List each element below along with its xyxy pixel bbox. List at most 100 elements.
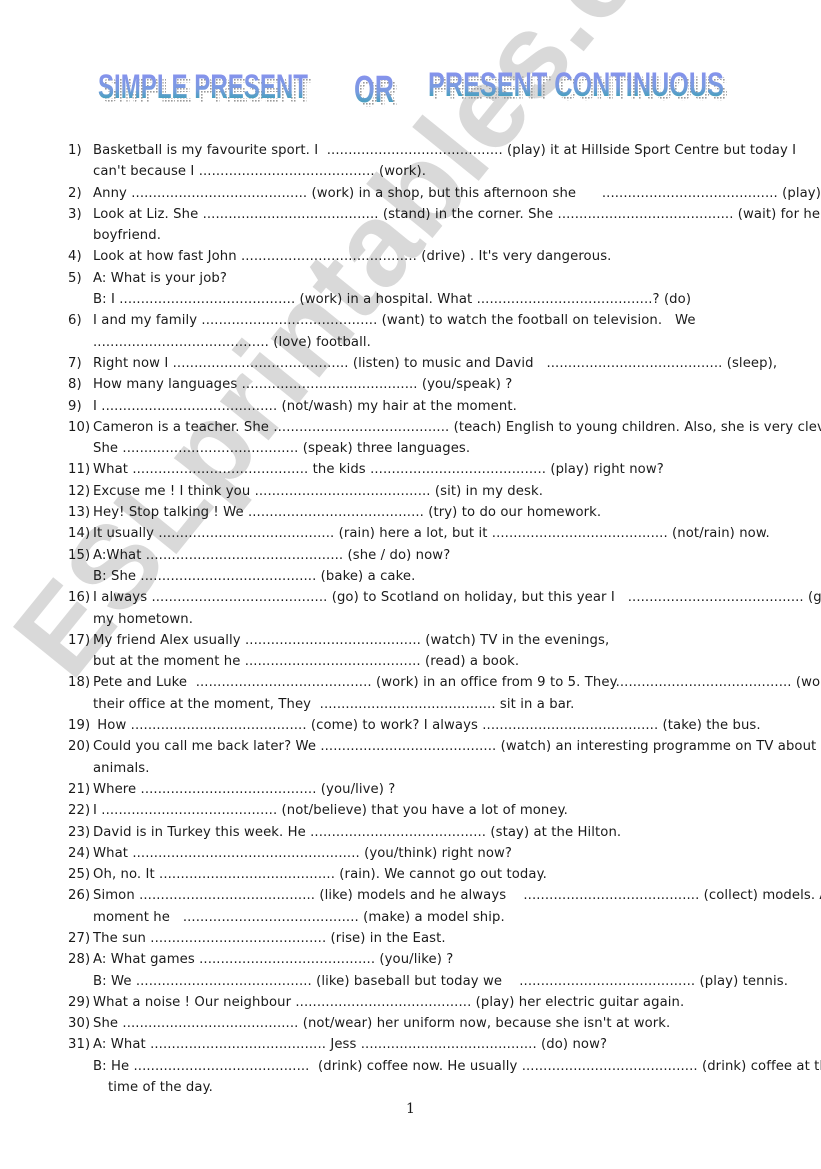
exercise-line: 2) Anny .................................… [68, 183, 821, 204]
exercise-line: 20) Could you call me back later? We ....… [68, 736, 816, 757]
exercise-line: 16) I always ............................… [68, 587, 821, 608]
exercise-text: Anny ...................................… [93, 185, 821, 201]
exercise-text: time of the day. [108, 1080, 213, 1096]
exercise-text: What ...................................… [93, 462, 664, 478]
exercise-item: 12) Excuse me ! I think you .............… [68, 481, 788, 502]
exercise-text: What ...................................… [93, 845, 513, 861]
exercise-number: 23) [68, 824, 91, 840]
exercise-item: 19) How ................................… [68, 715, 788, 736]
exercise-text: A: What games ..........................… [93, 952, 454, 968]
exercise-text: can't because I ........................… [93, 164, 427, 180]
exercise-number: 14) [68, 526, 91, 542]
exercise-text: Basketball is my favourite sport. I ....… [93, 143, 797, 158]
exercise-item: 11) What ................................… [68, 459, 788, 480]
exercise-text: B: He ..................................… [93, 1058, 821, 1074]
exercise-line: 9) I ....................................… [68, 396, 788, 417]
exercise-line: 10) Cameron is a teacher. She ...........… [68, 417, 821, 438]
exercise-number: 9) [68, 398, 82, 414]
exercise-text: B: We ..................................… [93, 973, 789, 989]
exercise-line: 6) I and my family ......................… [68, 310, 788, 331]
exercise-number: 21) [68, 781, 91, 797]
exercise-continuation-line: She ....................................… [68, 438, 788, 459]
exercise-number: 29) [68, 994, 91, 1010]
exercise-text: Look at Liz. She .......................… [93, 206, 821, 222]
exercise-line: 7) Right now I ..........................… [68, 353, 788, 374]
exercise-item: 21) Where ...............................… [68, 779, 788, 800]
exercise-text: I always ...............................… [93, 590, 821, 606]
exercise-number: 18) [68, 675, 91, 691]
exercise-text: but at the moment he ...................… [93, 654, 520, 670]
exercise-number: 5) [68, 270, 82, 286]
exercise-number: 2) [68, 185, 82, 201]
exercise-text: She ....................................… [93, 1016, 671, 1032]
exercise-text: boyfriend. [93, 228, 162, 244]
exercise-number: 1) [68, 143, 82, 158]
exercise-item: 2) Anny .................................… [68, 183, 821, 204]
exercise-item: 1) Basketball is my favourite sport. I ..… [68, 140, 796, 183]
exercise-number: 4) [68, 249, 82, 265]
exercise-text: ........................................… [93, 334, 371, 350]
exercise-continuation-line: my hometown. [68, 609, 788, 630]
exercise-continuation-line: B: He ..................................… [68, 1056, 821, 1077]
exercise-text: Could you call me back later? We .......… [93, 739, 817, 755]
exercise-text: Simon ..................................… [93, 888, 821, 904]
exercise-line: 1) Basketball is my favourite sport. I ..… [68, 140, 796, 161]
exercise-line: 12) Excuse me ! I think you .............… [68, 481, 788, 502]
exercise-continuation-line: animals. [68, 758, 788, 779]
exercise-line: 19) How ................................… [68, 715, 788, 736]
exercise-item: 18) Pete and Luke .......................… [68, 672, 821, 715]
exercise-number: 10) [68, 419, 91, 435]
exercise-text: A:What .................................… [93, 547, 451, 563]
exercise-number: 13) [68, 505, 91, 521]
exercise-text: The sun ................................… [93, 930, 446, 946]
exercise-number: 31) [68, 1037, 91, 1053]
exercise-line: 28) A: What games .......................… [68, 949, 788, 970]
exercise-number: 30) [68, 1016, 91, 1032]
exercise-number: 11) [68, 462, 91, 478]
exercise-line: 29) What a noise ! Our neighbour ........… [68, 992, 788, 1013]
exercise-continuation-line: B: I ...................................… [68, 289, 788, 310]
exercise-line: 18) Pete and Luke .......................… [68, 672, 821, 693]
exercise-item: 23) David is in Turkey this week. He ....… [68, 822, 788, 843]
exercise-continuation-line: moment he ..............................… [68, 907, 788, 928]
exercise-line: 24) What ................................… [68, 843, 788, 864]
exercise-number: 6) [68, 313, 82, 329]
exercise-item: 28) A: What games .......................… [68, 949, 788, 992]
worksheet-title: SIMPLE PRESENT SIMPLE PRESENT OR OR PRES… [96, 58, 736, 118]
exercise-text: their office at the moment, They .......… [93, 696, 575, 712]
exercise-text: animals. [93, 760, 150, 776]
exercise-text: Look at how fast John ..................… [93, 249, 612, 265]
exercise-line: 26) Simon ...............................… [68, 885, 821, 906]
exercise-line: 13) Hey! Stop talking ! We ..............… [68, 502, 788, 523]
exercise-item: 15) A:What ..............................… [68, 545, 788, 588]
exercise-text: How many languages .....................… [93, 377, 513, 393]
exercise-item: 20) Could you call me back later? We ....… [68, 736, 816, 779]
exercise-number: 27) [68, 930, 91, 946]
exercise-item: 6) I and my family ......................… [68, 310, 788, 353]
exercise-item: 8) How many languages ...................… [68, 374, 788, 395]
exercise-item: 5) A: What is your job? B: I .............… [68, 268, 788, 311]
exercise-line: 22) I ...................................… [68, 800, 788, 821]
exercise-item: 16) I always ............................… [68, 587, 821, 630]
exercise-line: 31) A: What .............................… [68, 1034, 788, 1055]
exercise-text: She ....................................… [93, 441, 471, 457]
exercise-text: Excuse me ! I think you ................… [93, 483, 543, 499]
exercise-text: How ....................................… [93, 718, 761, 734]
exercise-number: 26) [68, 888, 91, 904]
exercise-item: 25) Oh, no. It ..........................… [68, 864, 788, 885]
exercise-text: Pete and Luke ..........................… [93, 675, 821, 691]
exercise-text: A: What ................................… [93, 1037, 608, 1053]
exercise-text: A: What is your job? [93, 270, 227, 286]
exercise-text: I and my family ........................… [93, 313, 696, 329]
exercise-text: Cameron is a teacher. She ..............… [93, 419, 821, 435]
exercise-line: 15) A:What ..............................… [68, 545, 788, 566]
exercise-continuation-line: but at the moment he ...................… [68, 651, 788, 672]
exercise-text: my hometown. [93, 611, 194, 627]
title-present-continuous: PRESENT CONTINUOUS [428, 66, 724, 104]
exercise-number: 20) [68, 739, 91, 755]
exercise-number: 19) [68, 718, 91, 734]
exercise-number: 16) [68, 590, 91, 606]
title-or: OR [354, 69, 394, 111]
exercise-text: I ......................................… [93, 803, 568, 819]
exercise-text: B: I ...................................… [93, 292, 692, 308]
